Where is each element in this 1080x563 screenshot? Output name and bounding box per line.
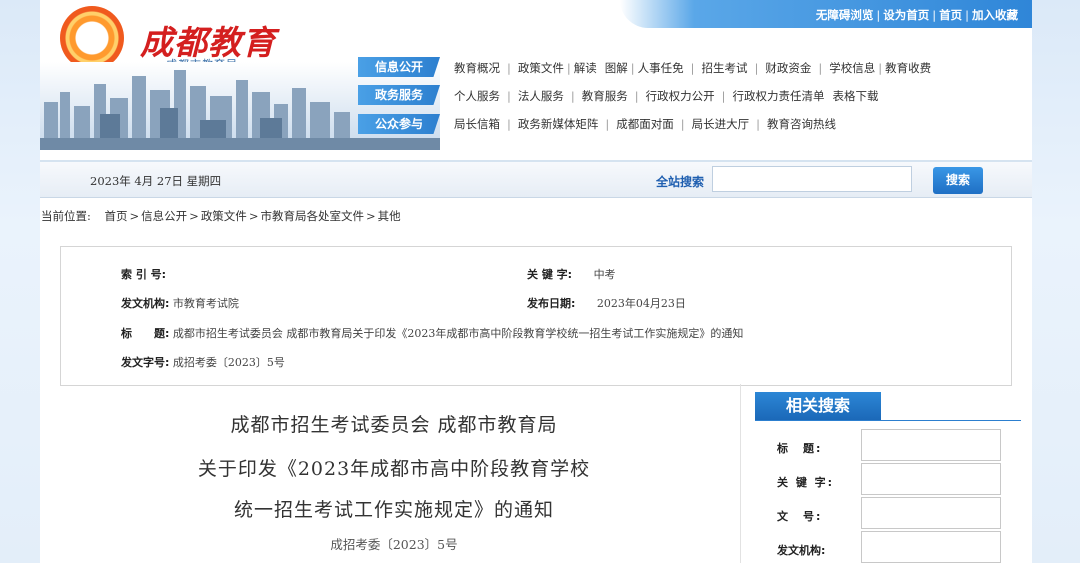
keyword-row: 关 键 字: 中考 bbox=[527, 266, 616, 282]
search-bar: 2023年 4月 27日 星期四 全站搜索 搜索 bbox=[40, 162, 1032, 198]
nav-link[interactable]: 解读 bbox=[574, 61, 597, 75]
search-button[interactable]: 搜索 bbox=[933, 167, 983, 194]
nav-link[interactable]: 财政资金 bbox=[765, 61, 811, 75]
article-title-line-3: 统一招生考试工作实施规定》的通知 bbox=[233, 499, 554, 521]
nav-link[interactable]: 法人服务 bbox=[518, 89, 564, 103]
related-search-divider bbox=[755, 420, 1021, 421]
nav-link[interactable]: 局长信箱 bbox=[454, 117, 500, 131]
nav-link[interactable]: 教育收费 bbox=[885, 61, 931, 75]
breadcrumb-item[interactable]: 市教育局各处室文件 bbox=[260, 209, 364, 223]
publish-date-value: 2023年04月23日 bbox=[596, 297, 686, 310]
publish-date-label: 发布日期: bbox=[527, 297, 576, 310]
related-search-panel: 相关搜索 标 题: 关 键 字: 文 号: 发文机构: bbox=[740, 384, 1030, 563]
home-link[interactable]: 首页 bbox=[939, 8, 962, 22]
nav-link[interactable]: 行政权力公开 bbox=[646, 89, 715, 103]
title-value: 成都市招生考试委员会 成都市教育局关于印发《2023年成都市高中阶段教育学校统一… bbox=[172, 327, 744, 340]
related-title-label: 标 题: bbox=[777, 442, 823, 455]
issuer-value: 市教育考试院 bbox=[172, 297, 239, 310]
nav-row-public-participation: 局长信箱 | 政务新媒体矩阵 | 成都面对面 | 局长进大厅 | 教育咨询热线 bbox=[454, 117, 836, 131]
nav-link[interactable]: 教育概况 bbox=[454, 61, 500, 75]
index-number-row: 索 引 号: bbox=[121, 266, 166, 282]
breadcrumb-prefix: 当前位置: bbox=[41, 209, 91, 223]
nav-link[interactable]: 行政权力责任清单 bbox=[733, 89, 825, 103]
index-number-label: 索 引 号: bbox=[121, 268, 167, 281]
nav-link[interactable]: 学校信息 bbox=[829, 61, 875, 75]
breadcrumb-item[interactable]: 信息公开 bbox=[141, 209, 187, 223]
add-favorite-link[interactable]: 加入收藏 bbox=[972, 8, 1018, 22]
site-header: 无障碍浏览|设为首页|首页|加入收藏 成都教育 成都市教育局 bbox=[40, 0, 1032, 160]
breadcrumb-item[interactable]: 其他 bbox=[378, 209, 401, 223]
nav-link[interactable]: 个人服务 bbox=[454, 89, 500, 103]
keyword-label: 关 键 字: bbox=[527, 268, 573, 281]
top-links: 无障碍浏览 | 设为首页 | 首页 | 加入收藏 bbox=[815, 8, 1018, 22]
related-keyword-input[interactable] bbox=[861, 463, 1001, 495]
set-homepage-link[interactable]: 设为首页 bbox=[883, 8, 929, 22]
article-doc-number: 成招考委〔2023〕5号 bbox=[330, 537, 458, 552]
keyword-value: 中考 bbox=[593, 268, 616, 281]
nav-link[interactable]: 成都面对面 bbox=[616, 117, 674, 131]
related-issuer-input[interactable] bbox=[861, 531, 1001, 563]
nav-row-government-service: 个人服务 | 法人服务 | 教育服务 | 行政权力公开 | 行政权力责任清单 表格下载 bbox=[454, 89, 879, 103]
nav-link[interactable]: 图解 bbox=[605, 61, 628, 75]
doc-number-value: 成招考委〔2023〕5号 bbox=[172, 356, 285, 369]
nav-row-info-disclosure: 教育概况 | 政策文件 | 解读 图解 | 人事任免 | 招生考试 | 财政资金 | 学校信息 | 教育收费 bbox=[454, 61, 932, 75]
site-search-label: 全站搜索 bbox=[656, 175, 705, 189]
doc-number-row: 发文字号: 成招考委〔2023〕5号 bbox=[121, 354, 285, 370]
related-docno-input[interactable] bbox=[861, 497, 1001, 529]
article-title-line-2: 关于印发《2023年成都市高中阶段教育学校 bbox=[197, 458, 591, 480]
nav-link[interactable]: 政策文件 bbox=[518, 61, 564, 75]
nav-tag-public-participation[interactable]: 公众参与 bbox=[358, 114, 440, 134]
related-issuer-label: 发文机构: bbox=[777, 544, 826, 557]
issuer-label: 发文机构: bbox=[121, 297, 170, 310]
nav-link[interactable]: 局长进大厅 bbox=[692, 117, 750, 131]
nav-link[interactable]: 人事任免 bbox=[638, 61, 684, 75]
breadcrumb: 当前位置: 首页 > 信息公开 > 政策文件 > 市教育局各处室文件 > 其他 bbox=[41, 209, 401, 223]
site-search-input[interactable] bbox=[712, 166, 912, 192]
main-content: 索 引 号: 关 键 字: 中考 发文机构: 市教育考试院 发布日期: 2023… bbox=[44, 230, 1028, 563]
breadcrumb-item[interactable]: 首页 bbox=[105, 209, 128, 223]
breadcrumb-item[interactable]: 政策文件 bbox=[201, 209, 247, 223]
nav-link[interactable]: 教育服务 bbox=[582, 89, 628, 103]
nav-link[interactable]: 招生考试 bbox=[702, 61, 748, 75]
related-title-input[interactable] bbox=[861, 429, 1001, 461]
doc-number-label: 发文字号: bbox=[121, 356, 170, 369]
nav-link[interactable]: 表格下载 bbox=[833, 89, 879, 103]
document-info-box: 索 引 号: 关 键 字: 中考 发文机构: 市教育考试院 发布日期: 2023… bbox=[60, 246, 1012, 386]
related-search-header: 相关搜索 bbox=[755, 392, 881, 420]
issuer-row: 发文机构: 市教育考试院 bbox=[121, 295, 239, 311]
related-docno-label: 文 号: bbox=[777, 510, 823, 523]
top-link-bar: 无障碍浏览 | 设为首页 | 首页 | 加入收藏 bbox=[620, 0, 1032, 28]
nav-link[interactable]: 教育咨询热线 bbox=[767, 117, 836, 131]
nav-tag-info-disclosure[interactable]: 信息公开 bbox=[358, 57, 440, 77]
content-frame: 索 引 号: 关 键 字: 中考 发文机构: 市教育考试院 发布日期: 2023… bbox=[40, 230, 1032, 563]
accessibility-link[interactable]: 无障碍浏览 bbox=[816, 8, 874, 22]
title-label: 标 题: bbox=[121, 327, 170, 340]
title-row: 标 题: 成都市招生考试委员会 成都市教育局关于印发《2023年成都市高中阶段教… bbox=[121, 325, 743, 341]
current-date: 2023年 4月 27日 星期四 bbox=[90, 174, 222, 188]
publish-date-row: 发布日期: 2023年04月23日 bbox=[527, 295, 686, 311]
site-logo-icon[interactable] bbox=[60, 6, 124, 70]
article-title-line-1: 成都市招生考试委员会 成都市教育局 bbox=[230, 414, 558, 436]
related-keyword-label: 关 键 字: bbox=[777, 476, 835, 489]
nav-link[interactable]: 政务新媒体矩阵 bbox=[518, 117, 599, 131]
nav-tag-government-service[interactable]: 政务服务 bbox=[358, 85, 440, 105]
